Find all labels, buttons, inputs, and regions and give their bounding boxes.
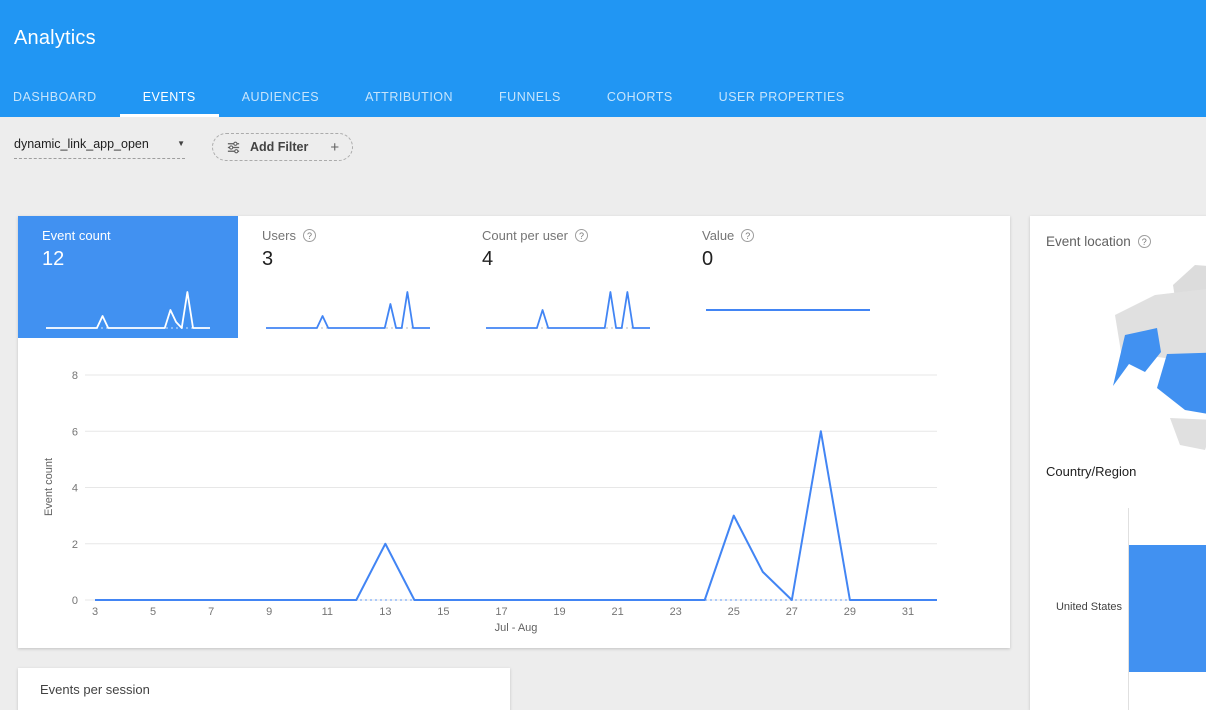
svg-text:19: 19 (553, 606, 565, 618)
add-filter-label: Add Filter (250, 140, 308, 154)
svg-text:31: 31 (902, 606, 914, 618)
metric-label: Count per user (482, 228, 568, 243)
svg-text:27: 27 (786, 606, 798, 618)
svg-text:8: 8 (72, 370, 78, 382)
plus-icon: + (330, 140, 339, 155)
value-sparkline (702, 284, 874, 334)
svg-text:Event count: Event count (43, 458, 55, 516)
svg-text:2: 2 (72, 539, 78, 551)
event-location-map[interactable] (1085, 260, 1206, 460)
tab-audiences[interactable]: AUDIENCES (219, 77, 342, 117)
metric-tab-count-per-user[interactable]: Count per user ? 4 (458, 216, 678, 338)
svg-text:29: 29 (844, 606, 856, 618)
event-location-title: Event location (1046, 234, 1131, 249)
metric-label: Users (262, 228, 296, 243)
metric-tab-value[interactable]: Value ? 0 (678, 216, 898, 338)
svg-text:17: 17 (495, 606, 507, 618)
help-icon[interactable]: ? (1138, 235, 1151, 248)
map-united-states[interactable] (1157, 350, 1206, 422)
metric-value: 0 (702, 248, 874, 271)
nav-tabs: DASHBOARD EVENTS AUDIENCES ATTRIBUTION F… (13, 77, 868, 117)
event-selector-value: dynamic_link_app_open (14, 137, 149, 151)
tab-dashboard[interactable]: DASHBOARD (13, 77, 120, 117)
svg-text:3: 3 (92, 606, 98, 618)
metric-tab-event-count[interactable]: Event count 12 (18, 216, 238, 338)
svg-text:6: 6 (72, 426, 78, 438)
event-selector-dropdown[interactable]: dynamic_link_app_open ▼ (14, 137, 185, 159)
svg-text:0: 0 (72, 595, 78, 607)
svg-text:23: 23 (670, 606, 682, 618)
events-per-session-title: Events per session (40, 682, 150, 697)
united-states-bar[interactable] (1129, 545, 1206, 672)
chevron-down-icon: ▼ (177, 140, 185, 148)
tab-attribution[interactable]: ATTRIBUTION (342, 77, 476, 117)
tab-funnels[interactable]: FUNNELS (476, 77, 584, 117)
svg-text:11: 11 (322, 606, 333, 618)
tab-events[interactable]: EVENTS (120, 77, 219, 117)
svg-text:25: 25 (728, 606, 740, 618)
events-overview-card: Event count 12 Users ? 3 Count per user … (18, 216, 1010, 648)
help-icon[interactable]: ? (575, 229, 588, 242)
svg-text:13: 13 (379, 606, 391, 618)
metric-tab-users[interactable]: Users ? 3 (238, 216, 458, 338)
country-region-header: Country/Region (1046, 464, 1136, 479)
metric-value: 12 (42, 248, 214, 271)
filter-icon (226, 140, 241, 155)
svg-text:9: 9 (266, 606, 272, 618)
page-title: Analytics (14, 27, 96, 50)
metric-tabs: Event count 12 Users ? 3 Count per user … (18, 216, 1010, 338)
metric-label: Value (702, 228, 734, 243)
events-per-session-card: Events per session (18, 668, 510, 710)
tab-cohorts[interactable]: COHORTS (584, 77, 696, 117)
event-count-line-chart[interactable]: 0 2 4 6 8 3 5 7 9 11 13 15 17 19 21 23 25 27 29 31 Jul - Aug… (40, 365, 960, 640)
event-location-card: Event location ? Country/Region United S… (1030, 216, 1206, 710)
svg-text:4: 4 (72, 483, 78, 495)
svg-text:15: 15 (437, 606, 449, 618)
help-icon[interactable]: ? (303, 229, 316, 242)
help-icon[interactable]: ? (741, 229, 754, 242)
app-header: Analytics DASHBOARD EVENTS AUDIENCES ATT… (0, 0, 1206, 117)
users-sparkline (262, 284, 434, 334)
tab-user-properties[interactable]: USER PROPERTIES (696, 77, 868, 117)
svg-text:21: 21 (611, 606, 623, 618)
svg-text:Jul - Aug: Jul - Aug (495, 622, 538, 634)
map-mexico (1170, 418, 1206, 450)
metric-value: 3 (262, 248, 434, 271)
metric-label: Event count (42, 228, 111, 243)
country-row-label: United States (1030, 601, 1122, 613)
event-count-sparkline (42, 284, 214, 334)
svg-text:5: 5 (150, 606, 156, 618)
count-per-user-sparkline (482, 284, 654, 334)
add-filter-button[interactable]: Add Filter + (212, 133, 353, 161)
svg-text:7: 7 (208, 606, 214, 618)
metric-value: 4 (482, 248, 654, 271)
